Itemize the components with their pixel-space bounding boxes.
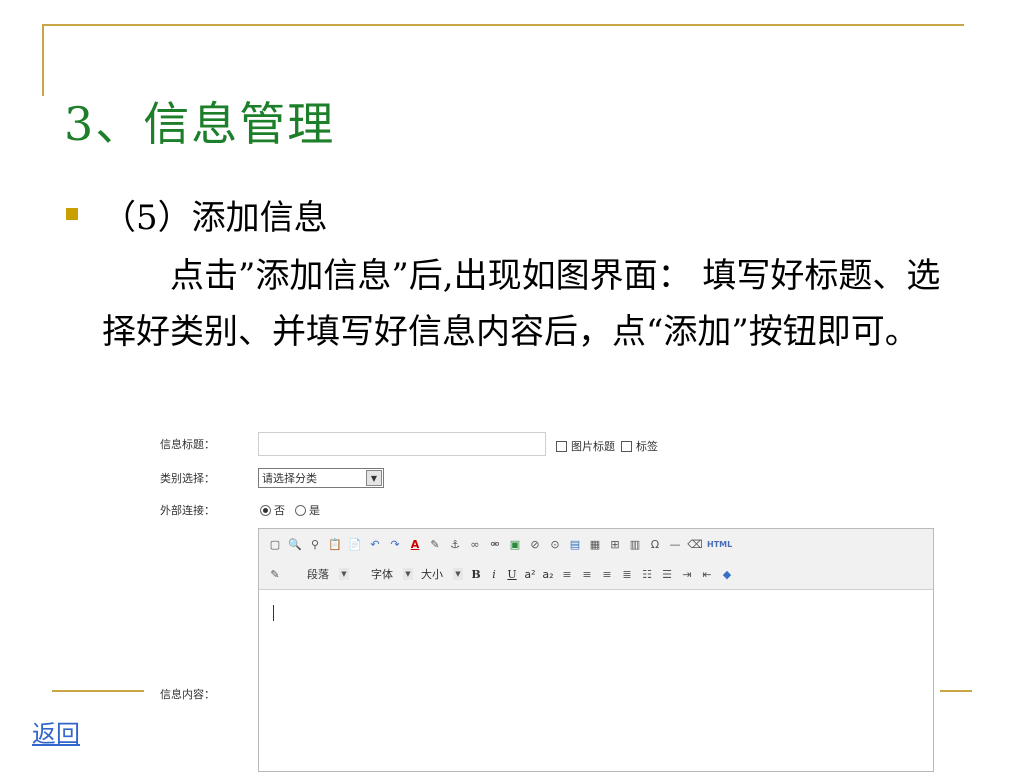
find-icon[interactable]: ⚲ — [308, 537, 322, 551]
editor-toolbar-top: ▢ 🔍 ⚲ 📋 📄 ↶ ↷ A ✎ ⚓ ∞ ⚮ ▣ ⊘ ⊙ ▤ ▦ ⊞ ▥ Ω … — [259, 529, 933, 560]
paste-icon[interactable]: 📋 — [328, 537, 342, 551]
chevron-down-icon: ▼ — [403, 568, 413, 580]
font-combo-label: 字体 — [371, 568, 393, 581]
external-link-radios: 否 是 — [260, 502, 320, 518]
italic-button[interactable]: i — [488, 567, 500, 581]
title-label: 信息标题： — [160, 438, 215, 451]
align-right-icon[interactable]: ≡ — [600, 567, 614, 581]
top-frame-line — [44, 24, 964, 26]
category-select[interactable]: 请选择分类 ▼ — [258, 468, 384, 488]
size-combo[interactable]: 大小 ▼ — [421, 566, 463, 582]
table-icon[interactable]: ▤ — [568, 537, 582, 551]
image-icon[interactable]: ▣ — [508, 537, 522, 551]
special-char-icon[interactable]: Ω — [648, 537, 662, 551]
unordered-list-icon[interactable]: ☰ — [660, 567, 674, 581]
chevron-down-icon: ▼ — [453, 568, 463, 580]
radio-yes-label: 是 — [309, 504, 320, 517]
slide-title: 3、信息管理 — [64, 97, 336, 151]
edit-icon[interactable]: ✎ — [268, 567, 282, 581]
superscript-button[interactable]: a² — [524, 567, 536, 581]
chevron-down-icon: ▼ — [339, 568, 349, 580]
diamond-icon[interactable]: ◆ — [720, 567, 734, 581]
bottom-frame-line-right — [940, 690, 972, 692]
image-title-label: 图片标题 — [571, 440, 615, 453]
link-icon[interactable]: ∞ — [468, 537, 482, 551]
slide-paragraph: 点击”添加信息”后,出现如图界面： 填写好标题、选择好类别、并填写好信息内容后，… — [102, 256, 941, 352]
html-button[interactable]: HTML — [707, 540, 732, 549]
chevron-down-icon[interactable]: ▼ — [366, 470, 382, 486]
radio-yes[interactable] — [295, 504, 306, 516]
paragraph-combo-label: 段落 — [307, 568, 329, 581]
font-color-icon[interactable]: A — [408, 537, 422, 551]
category-label: 类别选择： — [160, 472, 215, 485]
radio-no-label: 否 — [274, 504, 285, 517]
anchor-icon[interactable]: ⚓ — [448, 537, 462, 551]
back-link[interactable]: 返回 — [32, 714, 80, 749]
editor-content-area[interactable] — [259, 591, 933, 771]
tag-checkbox[interactable] — [621, 440, 632, 452]
paste-word-icon[interactable]: 📄 — [348, 537, 362, 551]
tag-label: 标签 — [636, 440, 658, 453]
outdent-icon[interactable]: ⇤ — [700, 567, 714, 581]
eraser-icon[interactable]: ⌫ — [687, 537, 703, 551]
content-label: 信息内容： — [160, 688, 215, 701]
align-center-icon[interactable]: ≡ — [580, 567, 594, 581]
radio-no[interactable] — [260, 504, 271, 516]
paragraph-combo[interactable]: 段落 ▼ — [307, 566, 349, 582]
ordered-list-icon[interactable]: ☷ — [640, 567, 654, 581]
font-combo[interactable]: 字体 ▼ — [371, 566, 413, 582]
align-justify-icon[interactable]: ≣ — [620, 567, 634, 581]
title-options: 图片标题 标签 — [556, 438, 658, 454]
form-icon[interactable]: ▦ — [588, 537, 602, 551]
undo-icon[interactable]: ↶ — [368, 537, 382, 551]
indent-icon[interactable]: ⇥ — [680, 567, 694, 581]
highlight-icon[interactable]: ✎ — [428, 537, 442, 551]
title-input[interactable] — [258, 432, 546, 456]
image-title-checkbox[interactable] — [556, 440, 567, 452]
align-left-icon[interactable]: ≡ — [560, 567, 574, 581]
slide-subheading: （5）添加信息 — [102, 198, 328, 238]
category-selected-value: 请选择分类 — [262, 472, 317, 485]
bullet-icon — [66, 208, 78, 220]
bold-button[interactable]: B — [470, 567, 482, 581]
size-combo-label: 大小 — [421, 568, 443, 581]
flash-icon[interactable]: ⊘ — [528, 537, 542, 551]
editor-toolbar-bottom: ✎ 段落 ▼ 字体 ▼ 大小 ▼ B i U a² a₂ ≡ ≡ ≡ ≣ ☷ ☰… — [259, 559, 933, 590]
grid-icon[interactable]: ⊞ — [608, 537, 622, 551]
left-frame-line — [42, 24, 44, 96]
horizontal-rule-icon[interactable]: — — [668, 537, 682, 551]
rich-text-editor: ▢ 🔍 ⚲ 📋 📄 ↶ ↷ A ✎ ⚓ ∞ ⚮ ▣ ⊘ ⊙ ▤ ▦ ⊞ ▥ Ω … — [258, 528, 934, 772]
layer-icon[interactable]: ▥ — [628, 537, 642, 551]
media-icon[interactable]: ⊙ — [548, 537, 562, 551]
bottom-frame-line-left — [52, 690, 144, 692]
text-caret — [273, 605, 274, 621]
underline-button[interactable]: U — [506, 567, 518, 581]
redo-icon[interactable]: ↷ — [388, 537, 402, 551]
source-icon[interactable]: ▢ — [268, 537, 282, 551]
subscript-button[interactable]: a₂ — [542, 567, 554, 581]
preview-icon[interactable]: 🔍 — [288, 537, 302, 551]
external-link-label: 外部连接： — [160, 504, 215, 517]
add-info-form: 信息标题： 图片标题 标签 类别选择： 请选择分类 ▼ 外部连接： 否 是 ▢ … — [150, 430, 940, 772]
unlink-icon[interactable]: ⚮ — [488, 537, 502, 551]
